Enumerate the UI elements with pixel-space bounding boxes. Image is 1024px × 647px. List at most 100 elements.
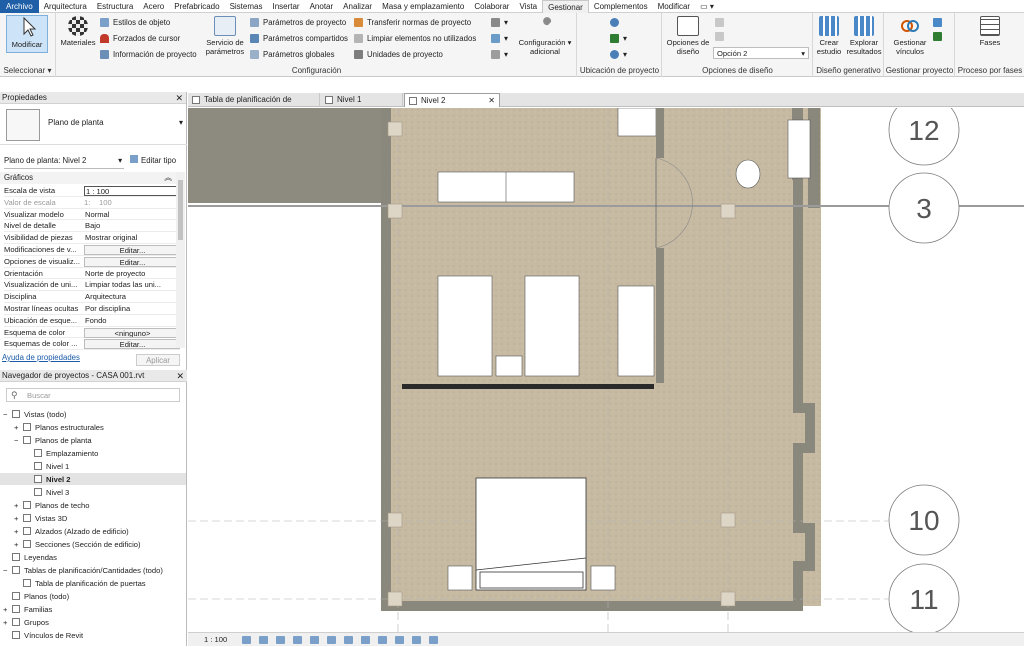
position-dropdown[interactable]: ▾ xyxy=(610,48,627,60)
property-row[interactable]: Valor de escala 1: 100 xyxy=(4,197,180,209)
properties-scrollbar[interactable] xyxy=(176,172,185,348)
tree-item[interactable]: + Alzados (Alzado de edificio) xyxy=(14,525,129,537)
worksharing-icon[interactable] xyxy=(395,636,404,644)
property-value[interactable]: Editar... xyxy=(84,256,180,267)
manage-images-button[interactable] xyxy=(933,16,946,28)
instance-selector[interactable]: Plano de planta: Nivel 2 ▾ xyxy=(4,154,124,169)
collapse-icon[interactable]: − xyxy=(14,436,23,445)
collapse-icon[interactable]: − xyxy=(3,566,12,575)
detail-level-icon[interactable] xyxy=(242,636,251,644)
property-row[interactable]: Modificaciones de v... Editar... xyxy=(4,244,180,256)
property-row[interactable]: Disciplina Arquitectura xyxy=(4,291,180,303)
create-study-button[interactable]: Crear estudio xyxy=(814,16,844,56)
menu-tab-acero[interactable]: Acero xyxy=(138,0,169,13)
design-options-button[interactable]: Opciones de diseño xyxy=(665,16,711,56)
object-styles-button[interactable]: Estilos de objeto xyxy=(100,16,170,28)
menu-tab-insertar[interactable]: Insertar xyxy=(267,0,304,13)
transfer-standards-button[interactable]: Transferir normas de proyecto xyxy=(354,16,471,28)
tree-item[interactable]: + Grupos xyxy=(3,616,49,628)
close-icon[interactable]: ✕ xyxy=(175,92,183,104)
view-tab[interactable]: Nivel 2 ✕ xyxy=(404,93,500,107)
tree-item[interactable]: − Vistas (todo) xyxy=(3,408,67,420)
menu-tab-arquitectura[interactable]: Arquitectura xyxy=(39,0,92,13)
phases-button[interactable]: Fases xyxy=(970,16,1010,47)
shadows-icon[interactable] xyxy=(293,636,302,644)
tree-item[interactable]: + Planos de techo xyxy=(14,499,89,511)
show-crop-icon[interactable] xyxy=(327,636,336,644)
materials-button[interactable]: Materiales xyxy=(59,16,97,47)
expand-icon[interactable]: + xyxy=(14,423,23,432)
tree-item[interactable]: − Tablas de planificación/Cantidades (tod… xyxy=(3,564,163,576)
property-row[interactable]: Esquemas de color ... Editar... xyxy=(4,338,180,351)
property-row[interactable]: Nivel de detalle Bajo xyxy=(4,220,180,233)
explore-results-button[interactable]: Explorar resultados xyxy=(846,16,882,56)
crop-view-icon[interactable] xyxy=(310,636,319,644)
menu-tab-estructura[interactable]: Estructura xyxy=(92,0,138,13)
analysis-icon[interactable] xyxy=(412,636,421,644)
add-to-set-button[interactable] xyxy=(715,16,728,28)
tree-item[interactable]: + Vistas 3D xyxy=(14,512,67,524)
property-row[interactable]: Visibilidad de piezas Mostrar original xyxy=(4,232,180,244)
edit-type-button[interactable]: Editar tipo xyxy=(130,154,176,168)
menu-tab-prefabricado[interactable]: Prefabricado xyxy=(169,0,224,13)
mep-settings-dropdown[interactable]: ▾ xyxy=(491,32,508,44)
close-icon[interactable]: ✕ xyxy=(176,370,184,382)
property-row[interactable]: Orientación Norte de proyecto xyxy=(4,268,180,280)
tree-item[interactable]: Nivel 1 xyxy=(25,460,69,472)
tree-item[interactable]: Nivel 3 xyxy=(25,486,69,498)
menu-tab-masa-y-emplazamiento[interactable]: Masa y emplazamiento xyxy=(377,0,469,13)
tree-item[interactable]: Vínculos de Revit xyxy=(3,629,83,641)
project-params-button[interactable]: Parámetros de proyecto xyxy=(250,16,346,28)
graphics-section-header[interactable]: Gráficos ︽ xyxy=(0,172,176,184)
global-params-button[interactable]: Parámetros globales xyxy=(250,48,335,60)
property-row[interactable]: Ubicación de esque... Fondo xyxy=(4,315,180,327)
tree-item[interactable]: + Familias xyxy=(3,603,52,615)
modify-button[interactable]: Modificar xyxy=(6,15,48,53)
menu-tab-archivo[interactable]: Archivo xyxy=(0,0,39,13)
expand-icon[interactable]: + xyxy=(14,527,23,536)
tree-item[interactable]: Planos (todo) xyxy=(3,590,69,602)
view-tab[interactable]: Nivel 1 xyxy=(321,93,403,107)
visual-style-icon[interactable] xyxy=(259,636,268,644)
tree-item[interactable]: − Planos de planta xyxy=(14,434,92,446)
properties-help-link[interactable]: Ayuda de propiedades xyxy=(2,353,80,362)
expand-icon[interactable]: + xyxy=(14,514,23,523)
property-value[interactable]: Editar... xyxy=(84,245,180,255)
tree-item[interactable]: Leyendas xyxy=(3,551,57,563)
project-units-button[interactable]: Unidades de proyecto xyxy=(354,48,443,60)
view-scale[interactable]: 1 : 100 xyxy=(204,633,227,647)
structural-settings-dropdown[interactable]: ▾ xyxy=(491,16,508,28)
design-option-select[interactable]: Opción 2 ▾ xyxy=(713,47,809,59)
starting-view-button[interactable] xyxy=(933,30,946,42)
menu-tab-analizar[interactable]: Analizar xyxy=(338,0,377,13)
tree-item[interactable]: Emplazamiento xyxy=(25,447,98,459)
unlock-3d-icon[interactable] xyxy=(344,636,353,644)
drawing-canvas[interactable]: 12 3 10 11 xyxy=(188,108,1024,632)
menu-tab-sistemas[interactable]: Sistemas xyxy=(225,0,268,13)
menu-tab-complementos[interactable]: Complementos xyxy=(589,0,653,13)
coordinates-dropdown[interactable]: ▾ xyxy=(610,32,627,44)
menu-tab-colaborar[interactable]: Colaborar xyxy=(469,0,514,13)
menu-tab-gestionar[interactable]: Gestionar xyxy=(542,0,589,13)
tree-item[interactable]: + Planos estructurales xyxy=(14,421,104,433)
cursor-snaps-button[interactable]: Forzados de cursor xyxy=(100,32,180,44)
constraints-icon[interactable] xyxy=(429,636,438,644)
expand-icon[interactable]: + xyxy=(14,540,23,549)
close-icon[interactable]: ✕ xyxy=(488,94,495,108)
tree-item[interactable]: + Secciones (Sección de edificio) xyxy=(14,538,141,550)
expand-icon[interactable]: + xyxy=(14,501,23,510)
tree-item[interactable]: Nivel 2 xyxy=(0,473,186,485)
extra-tab-dropdown[interactable]: ▭ ▾ xyxy=(695,0,719,13)
expand-icon[interactable]: + xyxy=(3,605,12,614)
type-selector[interactable]: Plano de planta ▾ xyxy=(0,105,187,145)
location-button[interactable] xyxy=(610,16,623,28)
property-value[interactable]: 1 : 100 xyxy=(84,186,180,196)
menu-tab-anotar[interactable]: Anotar xyxy=(305,0,339,13)
view-tab[interactable]: Tabla de planificación de puertas xyxy=(188,93,320,118)
property-row[interactable]: Visualización de uni... Limpiar todas las… xyxy=(4,279,180,292)
project-info-button[interactable]: Información de proyecto xyxy=(100,48,197,60)
expand-icon[interactable]: + xyxy=(3,618,12,627)
browser-search-field[interactable]: ⚲ Buscar xyxy=(6,388,180,402)
property-value[interactable]: Editar... xyxy=(84,339,180,350)
params-service-button[interactable]: Servicio de parámetros xyxy=(203,16,247,56)
